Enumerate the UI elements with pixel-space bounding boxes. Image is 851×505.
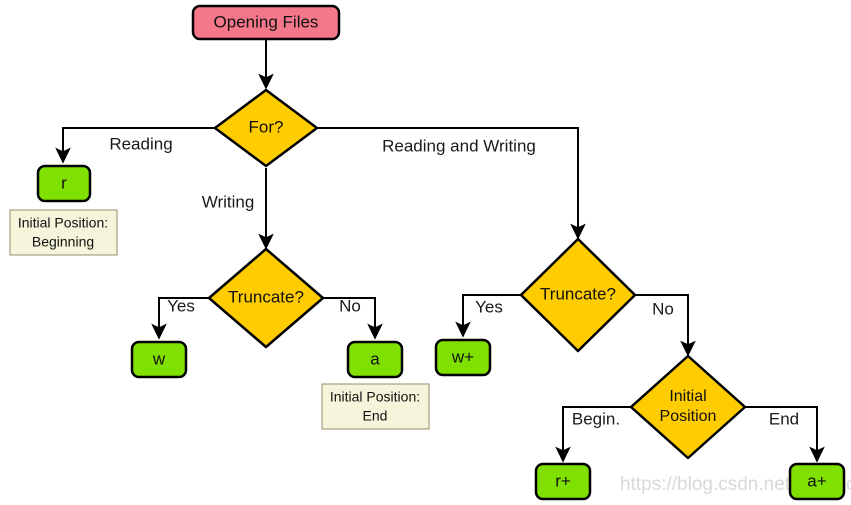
- edge-label-truncate-write-yes: Yes: [167, 296, 195, 315]
- node-mode-rplus[interactable]: r+: [534, 462, 592, 501]
- node-mode-wplus[interactable]: w+: [434, 338, 492, 377]
- node-for-decision[interactable]: For?: [213, 88, 319, 168]
- edge-label-truncate-rw-no: No: [652, 299, 674, 318]
- note-initial-position-end: Initial Position: End: [321, 383, 430, 430]
- node-initial-position-decision[interactable]: Initial Position: [629, 354, 747, 460]
- note-r-line2: Beginning: [32, 234, 94, 250]
- node-mode-w-label: w: [152, 349, 166, 368]
- node-truncate-rw-decision[interactable]: Truncate?: [519, 237, 637, 353]
- note-a-line2: End: [363, 408, 388, 424]
- note-initial-position-beginning: Initial Position: Beginning: [9, 209, 118, 256]
- node-mode-w[interactable]: w: [130, 340, 188, 379]
- node-mode-rplus-label: r+: [555, 471, 571, 490]
- node-initial-position-line2: Position: [660, 408, 717, 425]
- edge-label-writing: Writing: [202, 192, 255, 211]
- node-for-decision-label: For?: [249, 117, 284, 136]
- node-truncate-write-label: Truncate?: [228, 287, 304, 306]
- node-truncate-rw-label: Truncate?: [540, 284, 616, 303]
- node-initial-position-line1: Initial: [669, 388, 706, 405]
- edge-label-reading: Reading: [109, 134, 172, 153]
- flowchart-canvas: Reading Writing Reading and Writing Yes …: [9, 4, 851, 501]
- edge-label-truncate-rw-yes: Yes: [475, 297, 503, 316]
- node-opening-files[interactable]: Opening Files: [191, 4, 341, 41]
- node-mode-wplus-label: w+: [451, 347, 474, 366]
- edge-label-position-begin: Begin.: [572, 409, 620, 428]
- node-mode-a-label: a: [370, 349, 380, 368]
- node-opening-files-label: Opening Files: [214, 12, 319, 31]
- note-r-line1: Initial Position:: [18, 215, 108, 231]
- edge-label-truncate-write-no: No: [339, 296, 361, 315]
- edge-label-position-end: End: [769, 409, 799, 428]
- node-mode-r[interactable]: r: [36, 164, 92, 203]
- node-mode-a[interactable]: a: [346, 340, 404, 379]
- node-mode-aplus[interactable]: a+: [788, 462, 846, 501]
- edge-label-reading-and-writing: Reading and Writing: [382, 136, 536, 155]
- node-mode-aplus-label: a+: [807, 471, 826, 490]
- node-mode-r-label: r: [61, 173, 67, 192]
- note-a-line1: Initial Position:: [330, 389, 420, 405]
- node-truncate-write-decision[interactable]: Truncate?: [207, 247, 325, 349]
